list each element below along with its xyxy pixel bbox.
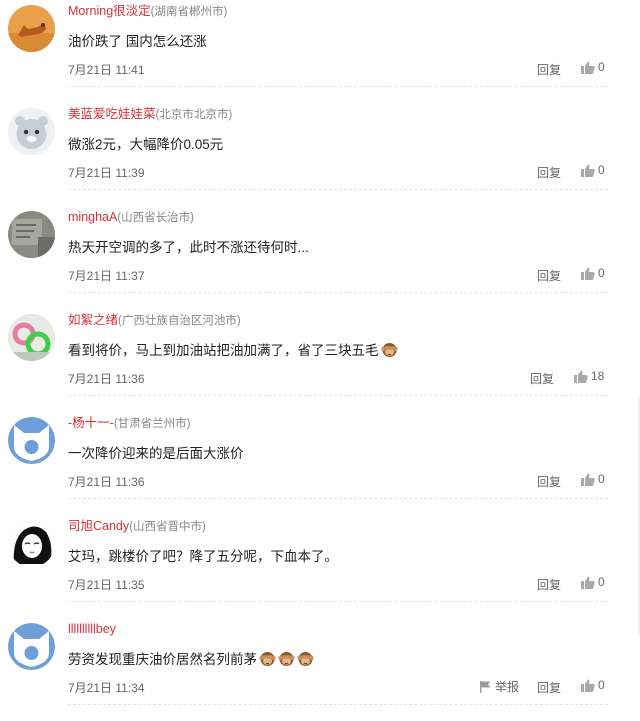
like-count: 0 [598, 163, 605, 177]
comment-item: minghaA(山西省长治市) 热天开空调的多了，此时不涨还待何时... 7月21日… [0, 206, 640, 309]
thumbs-up-icon [581, 473, 595, 486]
like-button[interactable]: 18 [574, 369, 604, 383]
comment-author: Morning很淡定(湖南省郴州市) [68, 3, 227, 20]
user-location: (广西壮族自治区河池市) [118, 315, 241, 327]
like-count: 0 [598, 60, 605, 74]
flag-icon [480, 680, 491, 693]
comment-list: Morning很淡定(湖南省郴州市) 油价跌了 国内怎么还涨 7月21日 11:41… [0, 0, 640, 721]
comment-text: 劳资发现重庆油价居然名列前茅 [68, 650, 314, 673]
user-location: (湖南省郴州市) [150, 6, 228, 18]
reply-button[interactable]: 回复 [537, 679, 561, 696]
like-count: 18 [591, 369, 605, 383]
divider [68, 395, 608, 396]
like-button[interactable]: 0 [581, 575, 605, 589]
reply-button[interactable]: 回复 [537, 473, 561, 490]
thumbs-up-icon [581, 576, 595, 589]
username-link[interactable]: llllllllllbey [68, 622, 116, 636]
thumbs-up-icon [581, 61, 595, 74]
divider [68, 704, 608, 705]
user-location: (甘肃省兰州市) [113, 418, 191, 430]
user-location: (北京市北京市) [155, 109, 233, 121]
username-link[interactable]: 美蓝爱吃娃娃菜 [68, 107, 156, 121]
comment-author: 如絮之绪(广西壮族自治区河池市) [68, 312, 241, 329]
divider [68, 498, 608, 499]
user-location: (山西省长治市) [117, 212, 195, 224]
comment-text: 一次降价迎来的是后面大涨价 [68, 446, 244, 461]
comment-text: 油价跌了 国内怎么还涨 [68, 34, 207, 49]
see-no-evil-monkey-icon [259, 652, 276, 666]
comment-time: 7月21日 11:41 [68, 63, 145, 77]
user-avatar[interactable] [8, 520, 55, 567]
comment-item: 如絮之绪(广西壮族自治区河池市) 看到将价，马上到加油站把油加满了，省了三块五毛 7… [0, 309, 640, 412]
thumbs-up-icon [574, 370, 588, 383]
like-count: 0 [598, 266, 605, 280]
user-avatar[interactable] [8, 108, 55, 155]
username-link[interactable]: 司旭Candy [68, 519, 129, 533]
comment-text: 微涨2元，大幅降价0.05元 [68, 137, 224, 152]
user-avatar[interactable] [8, 623, 55, 670]
reply-button[interactable]: 回复 [537, 61, 561, 78]
comment-item: 美蓝爱吃娃娃菜(北京市北京市) 微涨2元，大幅降价0.05元 7月21日 11:39… [0, 103, 640, 206]
reply-button[interactable]: 回复 [537, 164, 561, 181]
like-count: 0 [598, 472, 605, 486]
comment-item: -杨十一-(甘肃省兰州市) 一次降价迎来的是后面大涨价 7月21日 11:36 回复 0 [0, 412, 640, 515]
comment-author: -杨十一-(甘肃省兰州市) [68, 415, 191, 432]
comment-item: Morning很淡定(湖南省郴州市) 油价跌了 国内怎么还涨 7月21日 11:41… [0, 0, 640, 103]
comment-time: 7月21日 11:35 [68, 578, 145, 592]
like-button[interactable]: 0 [581, 266, 605, 280]
comment-item: llllllllllbey 劳资发现重庆油价居然名列前茅 7月21日 11:34 举报… [0, 618, 640, 721]
divider [68, 189, 608, 190]
like-button[interactable]: 0 [581, 678, 605, 692]
comment-text: 热天开空调的多了，此时不涨还待何时... [68, 240, 309, 255]
divider [68, 292, 608, 293]
user-location: (山西省晋中市) [129, 521, 206, 533]
reply-button[interactable]: 回复 [537, 267, 561, 284]
comment-text: 看到将价，马上到加油站把油加满了，省了三块五毛 [68, 341, 398, 364]
like-button[interactable]: 0 [581, 60, 605, 74]
user-avatar[interactable] [8, 5, 55, 52]
comment-item: 司旭Candy(山西省晋中市) 艾玛，跳楼价了吧？降了五分呢，下血本了。 7月21日… [0, 515, 640, 618]
report-button[interactable]: 举报 [480, 678, 519, 695]
see-no-evil-monkey-icon [380, 343, 398, 357]
thumbs-up-icon [581, 679, 595, 692]
username-link[interactable]: minghaA [68, 210, 117, 224]
comment-time: 7月21日 11:39 [68, 166, 145, 180]
comment-author: minghaA(山西省长治市) [68, 209, 194, 226]
divider [68, 601, 608, 602]
comment-time: 7月21日 11:36 [68, 372, 145, 386]
see-no-evil-monkey-icon [278, 652, 295, 666]
user-avatar[interactable] [8, 417, 55, 464]
see-no-evil-monkey-icon [297, 652, 314, 666]
reply-button[interactable]: 回复 [530, 370, 554, 387]
username-link[interactable]: 如絮之绪 [68, 313, 118, 327]
like-button[interactable]: 0 [581, 472, 605, 486]
user-avatar[interactable] [8, 314, 55, 361]
like-button[interactable]: 0 [581, 163, 605, 177]
comment-time: 7月21日 11:36 [68, 475, 145, 489]
thumbs-up-icon [581, 267, 595, 280]
username-link[interactable]: Morning很淡定 [68, 4, 151, 18]
username-link[interactable]: -杨十一- [68, 416, 114, 430]
comment-time: 7月21日 11:37 [68, 269, 145, 283]
thumbs-up-icon [581, 164, 595, 177]
comment-time: 7月21日 11:34 [68, 681, 145, 695]
like-count: 0 [598, 678, 605, 692]
comment-author: 美蓝爱吃娃娃菜(北京市北京市) [68, 106, 232, 123]
reply-button[interactable]: 回复 [537, 576, 561, 593]
divider [68, 86, 608, 87]
comment-author: llllllllllbey [68, 621, 116, 638]
comment-text: 艾玛，跳楼价了吧？降了五分呢，下血本了。 [68, 549, 338, 564]
user-avatar[interactable] [8, 211, 55, 258]
comment-author: 司旭Candy(山西省晋中市) [68, 518, 206, 535]
like-count: 0 [598, 575, 605, 589]
